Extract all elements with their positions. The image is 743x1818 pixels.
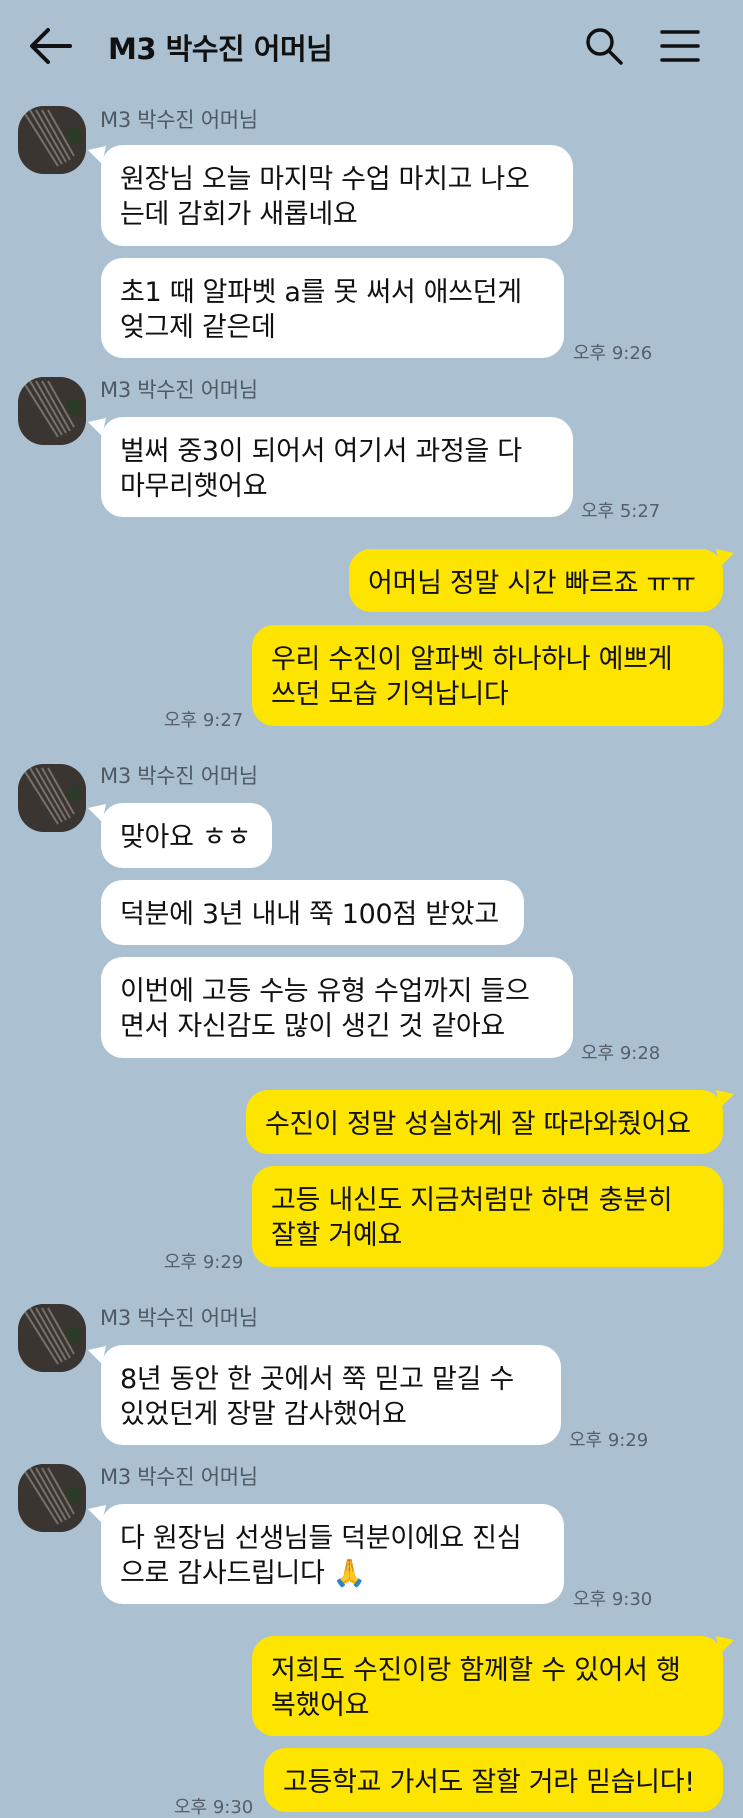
message-time: 오후 9:29 (164, 1252, 244, 1273)
bubble-tail (716, 549, 734, 567)
sender-name: M3 박수진 어머님 (100, 108, 258, 132)
message-time: 오후 9:28 (581, 1043, 661, 1064)
message-bubble-incoming[interactable]: 덕분에 3년 내내 쭉 100점 받았고 (101, 880, 524, 945)
message-bubble-incoming[interactable]: 다 원장님 선생님들 덕분이에요 진심 으로 감사드립니다 🙏 (101, 1504, 564, 1604)
sender-name: M3 박수진 어머님 (100, 1306, 258, 1330)
sender-name: M3 박수진 어머님 (100, 764, 258, 788)
bubble-tail (716, 1636, 734, 1654)
message-bubble-outgoing[interactable]: 수진이 정말 성실하게 잘 따라와줬어요 (246, 1090, 723, 1154)
message-bubble-incoming[interactable]: 맞아요 ㅎㅎ (101, 803, 272, 868)
message-bubble-incoming[interactable]: 초1 때 알파벳 a를 못 써서 애쓰던게 엊그제 같은데 (101, 258, 564, 358)
message-time: 오후 9:29 (569, 1430, 649, 1451)
back-button[interactable] (26, 24, 74, 68)
back-arrow-icon (30, 28, 72, 64)
chat-title: M3 박수진 어머님 (108, 32, 333, 66)
avatar-image (18, 764, 86, 832)
chat-header: M3 박수진 어머님 (0, 0, 743, 92)
bubble-tail (716, 1090, 734, 1108)
avatar[interactable] (18, 1304, 86, 1372)
sender-name: M3 박수진 어머님 (100, 378, 258, 402)
menu-icon (660, 30, 700, 62)
message-bubble-outgoing[interactable]: 어머님 정말 시간 빠르죠 ㅠㅠ (349, 549, 723, 612)
avatar-image (18, 1304, 86, 1372)
message-time: 오후 5:27 (581, 501, 661, 522)
message-time: 오후 9:30 (174, 1797, 254, 1818)
menu-button[interactable] (656, 24, 704, 68)
message-bubble-incoming[interactable]: 원장님 오늘 마지막 수업 마치고 나오 는데 감회가 새롭네요 (101, 145, 573, 246)
search-button[interactable] (582, 24, 626, 68)
message-bubble-outgoing[interactable]: 우리 수진이 알파벳 하나하나 예쁘게 쓰던 모습 기억납니다 (252, 625, 723, 726)
message-bubble-incoming[interactable]: 벌써 중3이 되어서 여기서 과정을 다 마무리햇어요 (101, 417, 573, 517)
message-bubble-outgoing[interactable]: 고등 내신도 지금처럼만 하면 충분히 잘할 거예요 (252, 1166, 723, 1267)
message-bubble-incoming[interactable]: 8년 동안 한 곳에서 쭉 믿고 맡길 수 있었던게 장말 감사했어요 (101, 1345, 561, 1445)
avatar-image (18, 1464, 86, 1532)
message-time: 오후 9:30 (573, 1589, 653, 1610)
avatar[interactable] (18, 377, 86, 445)
message-time: 오후 9:27 (164, 710, 244, 731)
search-icon (586, 28, 623, 65)
sender-name: M3 박수진 어머님 (100, 1465, 258, 1489)
avatar-image (18, 377, 86, 445)
message-bubble-outgoing[interactable]: 저희도 수진이랑 함께할 수 있어서 행 복했어요 (252, 1636, 723, 1736)
message-time: 오후 9:26 (573, 343, 653, 364)
avatar[interactable] (18, 1464, 86, 1532)
avatar-image (18, 106, 86, 174)
message-bubble-outgoing[interactable]: 고등학교 가서도 잘할 거라 믿습니다! (264, 1748, 723, 1812)
avatar[interactable] (18, 106, 86, 174)
message-bubble-incoming[interactable]: 이번에 고등 수능 유형 수업까지 들으 면서 자신감도 많이 생긴 것 같아요 (101, 957, 573, 1058)
avatar[interactable] (18, 764, 86, 832)
